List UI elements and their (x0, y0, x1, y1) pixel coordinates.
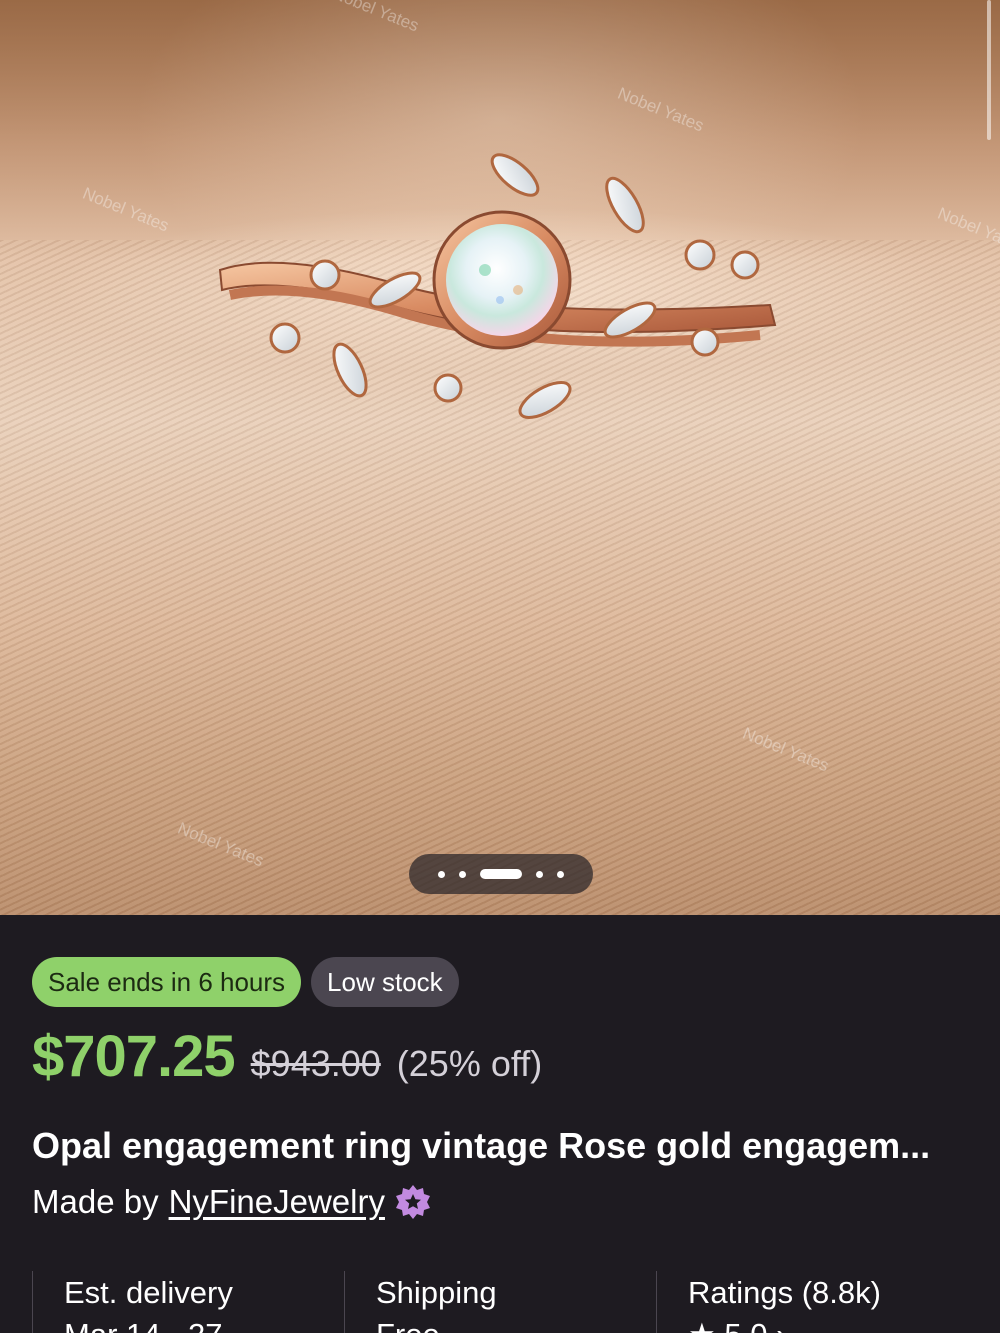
opal-ring-illustration (218, 153, 777, 419)
carousel-dot[interactable] (536, 870, 543, 878)
shop-row: Made by NyFineJewelry (32, 1183, 431, 1221)
carousel-indicator[interactable] (409, 854, 593, 894)
original-price: $943.00 (250, 1043, 381, 1084)
listing-stats: Est. delivery Mar 14 - 27 Shipping Free … (32, 1271, 1000, 1333)
product-image[interactable]: Nobel Yates Nobel Yates Nobel Yates Nobe… (0, 0, 1000, 915)
carousel-dot[interactable] (438, 870, 445, 878)
price-row: $707.25 $943.00 (25% off) (32, 1023, 542, 1090)
sale-badge: Sale ends in 6 hours (32, 957, 302, 1007)
star-seller-icon (395, 1185, 430, 1219)
badge-row: Sale ends in 6 hours Low stock (32, 957, 459, 1007)
low-stock-badge: Low stock (311, 957, 459, 1007)
stat-label: Est. delivery (64, 1275, 233, 1310)
shipping-stat[interactable]: Shipping Free (344, 1271, 656, 1333)
made-by-label: Made by (32, 1183, 159, 1220)
listing-title[interactable]: Opal engagement ring vintage Rose gold e… (32, 1125, 977, 1167)
ratings-stat[interactable]: Ratings (8.8k) ★ 5.0 › (656, 1271, 968, 1333)
carousel-dot[interactable] (557, 870, 564, 878)
carousel-dot[interactable] (459, 870, 466, 878)
discount-percent: (25% off) (396, 1043, 543, 1084)
delivery-stat[interactable]: Est. delivery Mar 14 - 27 (32, 1271, 344, 1333)
stat-value: Free (376, 1315, 656, 1333)
current-price: $707.25 (32, 1024, 236, 1089)
shop-name-link[interactable]: NyFineJewelry (169, 1183, 385, 1221)
listing-info-panel: Sale ends in 6 hours Low stock $707.25 $… (0, 915, 1000, 1333)
stat-value: ★ 5.0 › (688, 1315, 968, 1333)
carousel-dot-active[interactable] (480, 869, 522, 879)
stat-label: Shipping (376, 1275, 497, 1310)
scroll-indicator (987, 0, 991, 140)
stat-label: Ratings (8.8k) (688, 1275, 881, 1310)
stat-value: Mar 14 - 27 (64, 1315, 344, 1333)
